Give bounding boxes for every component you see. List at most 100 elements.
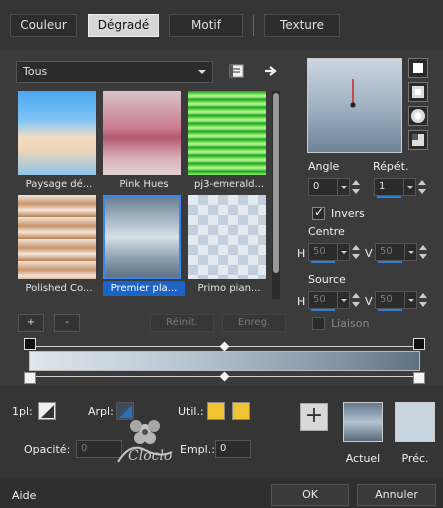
source-v-value: 50 xyxy=(380,294,393,305)
help-link[interactable]: Aide xyxy=(12,489,36,502)
source-h-stepper[interactable] xyxy=(351,291,361,309)
preset-item[interactable]: Paysage dé... xyxy=(18,91,100,193)
color-stop-end[interactable] xyxy=(413,372,425,384)
center-h-input[interactable]: 50 xyxy=(308,243,350,263)
preset-label: pj3-emerald... xyxy=(193,179,265,190)
source-v-stepper[interactable] xyxy=(418,291,428,309)
preset-item[interactable]: Polished Co... xyxy=(18,195,100,297)
chevron-down-icon[interactable] xyxy=(404,244,416,260)
location-value: 0 xyxy=(220,443,227,454)
location-label: Empl.: xyxy=(180,443,215,456)
link-checkbox[interactable] xyxy=(312,317,325,330)
transparency-midpoint[interactable] xyxy=(219,341,230,352)
preset-swatch xyxy=(18,195,96,279)
arrow-right-icon xyxy=(265,66,277,76)
rectangular-style-button[interactable] xyxy=(408,82,428,102)
square-shape-icon xyxy=(412,86,424,98)
chevron-down-icon[interactable] xyxy=(404,292,416,308)
library-icon xyxy=(229,64,244,78)
chevron-down-icon[interactable] xyxy=(403,179,415,195)
tab-couleur[interactable]: Couleur xyxy=(10,14,77,37)
center-v-value: 50 xyxy=(380,246,393,257)
foreground-stop-button[interactable] xyxy=(38,402,56,420)
preset-swatch xyxy=(103,91,181,175)
reset-button[interactable]: Réinit. xyxy=(150,314,214,332)
source-h-input[interactable]: 50 xyxy=(308,291,350,311)
preset-library-button[interactable] xyxy=(228,62,246,80)
preset-category-select[interactable]: Tous xyxy=(16,61,213,83)
location-input[interactable]: 0 xyxy=(215,440,251,458)
invert-checkbox[interactable] xyxy=(312,205,325,220)
color-stop-start[interactable] xyxy=(24,372,36,384)
center-label: Centre xyxy=(308,225,345,238)
repeat-input[interactable]: 1 xyxy=(374,178,416,198)
source-h-label: H xyxy=(297,295,306,308)
linear-shape-icon xyxy=(413,63,423,73)
preset-label: Pink Hues xyxy=(119,179,169,190)
preset-item[interactable]: Primo pian... xyxy=(188,195,270,297)
tab-degrade[interactable]: Dégradé xyxy=(88,14,159,37)
preset-item-selected[interactable]: Premier pla... xyxy=(103,195,185,297)
center-h-value: 50 xyxy=(313,246,326,257)
remove-preset-button[interactable]: - xyxy=(54,314,80,332)
preset-category-value: Tous xyxy=(23,65,48,78)
preset-scrollbar[interactable] xyxy=(272,91,280,299)
preset-label: Primo pian... xyxy=(197,283,261,294)
source-h-value: 50 xyxy=(313,294,326,305)
preset-item[interactable]: Pink Hues xyxy=(103,91,185,193)
value-underline xyxy=(377,196,401,198)
value-underline xyxy=(378,261,402,263)
transparency-stop-end[interactable] xyxy=(413,338,425,350)
opacity-label: Opacité: xyxy=(24,443,71,456)
user-color-swatch[interactable] xyxy=(207,402,225,420)
center-h-label: H xyxy=(297,247,306,260)
user-color-swatch-2[interactable] xyxy=(232,402,250,420)
opacity-value: 0 xyxy=(81,443,88,454)
add-preset-button[interactable]: + xyxy=(18,314,44,332)
chevron-down-icon[interactable] xyxy=(337,244,349,260)
corner-shape-icon xyxy=(412,134,424,146)
center-h-stepper[interactable] xyxy=(351,243,361,261)
preset-item[interactable]: pj3-emerald... xyxy=(188,91,270,193)
sunburst-style-button[interactable] xyxy=(408,130,428,150)
save-preset-button[interactable]: Enreg. xyxy=(222,314,286,332)
value-underline xyxy=(378,309,402,311)
center-v-input[interactable]: 50 xyxy=(375,243,417,263)
transparency-stop-start[interactable] xyxy=(24,338,36,350)
tab-texture[interactable]: Texture xyxy=(264,14,340,37)
preset-swatch xyxy=(188,195,266,279)
center-v-stepper[interactable] xyxy=(418,243,428,261)
value-underline xyxy=(311,309,335,311)
value-underline xyxy=(311,261,335,263)
repeat-value: 1 xyxy=(379,181,386,192)
gradient-bar[interactable] xyxy=(29,351,420,371)
circle-shape-icon xyxy=(411,109,425,123)
ok-button[interactable]: OK xyxy=(271,484,349,506)
source-v-label: V xyxy=(365,295,373,308)
source-label: Source xyxy=(308,273,346,286)
repeat-stepper[interactable] xyxy=(417,178,427,196)
repeat-label: Répét. xyxy=(373,160,409,173)
chevron-down-icon[interactable] xyxy=(337,292,349,308)
current-gradient-swatch[interactable] xyxy=(343,402,383,442)
gradient-preview[interactable] xyxy=(307,58,402,153)
scrollbar-thumb[interactable] xyxy=(273,93,279,273)
source-v-input[interactable]: 50 xyxy=(375,291,417,311)
preset-swatch xyxy=(188,91,266,175)
add-stop-button[interactable]: + xyxy=(300,403,328,431)
radial-style-button[interactable] xyxy=(408,106,428,126)
chevron-down-icon[interactable] xyxy=(337,179,349,195)
angle-stepper[interactable] xyxy=(351,178,361,196)
tab-motif[interactable]: Motif xyxy=(169,14,243,37)
previous-gradient-swatch[interactable] xyxy=(395,402,435,442)
preset-swatch xyxy=(103,195,181,279)
color-midpoint[interactable] xyxy=(219,371,230,382)
linear-style-button[interactable] xyxy=(408,58,428,78)
center-v-label: V xyxy=(365,247,373,260)
link-label: Liaison xyxy=(331,317,370,330)
angle-input[interactable]: 0 xyxy=(308,178,350,196)
angle-handle-icon xyxy=(350,79,356,108)
chevron-down-icon xyxy=(198,70,206,74)
cancel-button[interactable]: Annuler xyxy=(357,484,436,506)
preset-export-button[interactable] xyxy=(262,62,280,80)
